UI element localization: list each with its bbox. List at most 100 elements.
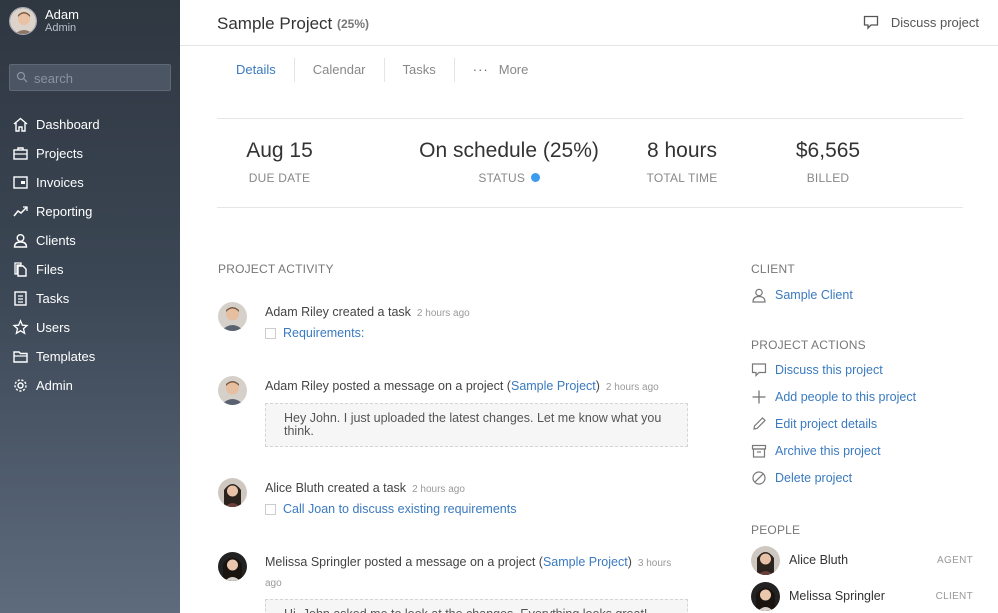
status-dot [530, 173, 540, 182]
client-name: Sample Client [775, 287, 853, 302]
task-link[interactable]: Call Joan to discuss existing requiremen… [265, 502, 690, 516]
sidebar-item-reporting[interactable]: Reporting [0, 197, 180, 226]
task-checkbox[interactable] [265, 327, 276, 339]
avatar[interactable] [218, 478, 247, 507]
folder-icon [13, 351, 28, 363]
activity-action: created a task [328, 305, 411, 319]
files-icon [14, 262, 27, 277]
edit-project-action[interactable]: Edit project details [751, 410, 981, 437]
task-label: Requirements: [283, 326, 365, 340]
invoice-icon [13, 176, 28, 189]
search-icon [16, 71, 28, 86]
person-row[interactable]: Melissa Springler CLIENT [751, 578, 973, 613]
sidebar-item-label: Reporting [36, 204, 93, 219]
stat-value: $6,565 [795, 139, 861, 162]
activity-message: Hi, John asked me to look at the changes… [265, 599, 688, 613]
user-icon [13, 234, 28, 248]
activity-action: posted a message on a project ( [360, 555, 543, 569]
task-label: Call Joan to discuss existing requiremen… [283, 502, 517, 516]
user-name: Adam [45, 7, 79, 22]
task-checkbox[interactable] [265, 503, 276, 515]
project-actions-heading: PROJECT ACTIONS [751, 338, 866, 352]
avatar[interactable] [751, 581, 780, 611]
project-stats: Aug 15 DUE DATE On schedule (25%) STATUS… [217, 118, 963, 208]
ban-icon [752, 470, 766, 485]
avatar[interactable] [751, 545, 780, 575]
tab-more-label: More [498, 62, 529, 77]
sidebar-item-label: Clients [36, 233, 76, 248]
project-link[interactable]: Sample Project [543, 555, 628, 569]
stat-value: On schedule (25%) [419, 139, 599, 162]
stat-billed: $6,565 BILLED [782, 139, 874, 185]
person-role: AGENT [937, 554, 973, 566]
sidebar-item-invoices[interactable]: Invoices [0, 168, 180, 197]
archive-project-action[interactable]: Archive this project [751, 437, 981, 464]
project-actions-list: Discuss this project Add people to this … [751, 356, 981, 491]
discuss-this-project-action[interactable]: Discuss this project [751, 356, 981, 383]
sidebar-item-label: Tasks [36, 291, 70, 306]
home-icon [13, 117, 28, 132]
activity-heading: PROJECT ACTIVITY [218, 262, 334, 276]
tab-more[interactable]: ··· More [455, 58, 547, 82]
activity-time: 2 hours ago [416, 308, 470, 319]
project-percent: (25%) [337, 17, 370, 31]
project-sidebar: CLIENT Sample Client PROJECT ACTIONS Dis… [751, 262, 981, 613]
user-profile[interactable]: Adam Admin [9, 7, 79, 35]
people-heading: PEOPLE [751, 523, 801, 537]
activity-action-end: ) [595, 379, 600, 393]
stat-label: TOTAL TIME [646, 171, 718, 185]
stat-label: STATUS [478, 171, 526, 185]
avatar[interactable] [218, 302, 247, 331]
page-title: Sample Project [217, 14, 333, 33]
discuss-project-button[interactable]: Discuss project [863, 15, 979, 30]
sidebar-item-clients[interactable]: Clients [0, 226, 180, 255]
sidebar: Adam Admin search Dashboard Projects Inv… [0, 0, 180, 613]
sidebar-item-templates[interactable]: Templates [0, 342, 180, 371]
person-row[interactable]: Alice Bluth AGENT [751, 542, 973, 578]
sidebar-item-projects[interactable]: Projects [0, 139, 180, 168]
tab-calendar[interactable]: Calendar [295, 58, 385, 82]
sidebar-nav: Dashboard Projects Invoices Reporting Cl… [0, 110, 180, 400]
stat-value: Aug 15 [246, 139, 313, 162]
add-people-action[interactable]: Add people to this project [751, 383, 981, 410]
activity-time: 2 hours ago [605, 382, 659, 393]
search-placeholder: search [34, 71, 74, 86]
activity-time: 2 hours ago [412, 484, 465, 495]
project-tabs: Details Calendar Tasks ··· More [218, 58, 546, 82]
sidebar-item-label: Dashboard [36, 117, 100, 132]
sidebar-item-files[interactable]: Files [0, 255, 180, 284]
sidebar-item-users[interactable]: Users [0, 313, 180, 342]
activity-action-end: ) [627, 555, 632, 569]
project-activity: PROJECT ACTIVITY Adam Riley created a ta… [218, 262, 693, 613]
chart-icon [13, 206, 28, 217]
people-list: Alice Bluth AGENT Melissa Springler CLIE… [751, 542, 981, 613]
star-icon [12, 319, 29, 335]
activity-action: posted a message on a project ( [328, 379, 511, 393]
briefcase-icon [13, 147, 28, 160]
avatar[interactable] [9, 7, 37, 35]
search-input[interactable]: search [9, 64, 171, 91]
activity-message: Hey John. I just uploaded the latest cha… [265, 403, 688, 447]
avatar[interactable] [218, 552, 247, 581]
project-link[interactable]: Sample Project [511, 379, 596, 393]
client-link[interactable]: Sample Client [751, 281, 981, 308]
activity-user[interactable]: Melissa Springler [265, 555, 361, 569]
discuss-project-label: Discuss project [890, 15, 979, 30]
stat-label: DUE DATE [248, 171, 311, 185]
activity-user[interactable]: Adam Riley [265, 379, 329, 393]
activity-user[interactable]: Adam Riley [265, 305, 329, 319]
tab-details[interactable]: Details [218, 58, 295, 82]
task-link[interactable]: Requirements: [265, 326, 690, 340]
stat-status: On schedule (25%) STATUS [387, 139, 631, 185]
tab-tasks[interactable]: Tasks [385, 58, 455, 82]
sidebar-item-label: Projects [36, 146, 83, 161]
delete-project-action[interactable]: Delete project [751, 464, 981, 491]
sidebar-item-tasks[interactable]: Tasks [0, 284, 180, 313]
sidebar-item-dashboard[interactable]: Dashboard [0, 110, 180, 139]
avatar[interactable] [218, 376, 247, 405]
activity-user[interactable]: Alice Bluth [265, 481, 324, 495]
sidebar-item-admin[interactable]: Admin [0, 371, 180, 400]
sidebar-item-label: Users [36, 320, 70, 335]
sidebar-item-label: Templates [36, 349, 96, 364]
gear-icon [14, 379, 27, 392]
